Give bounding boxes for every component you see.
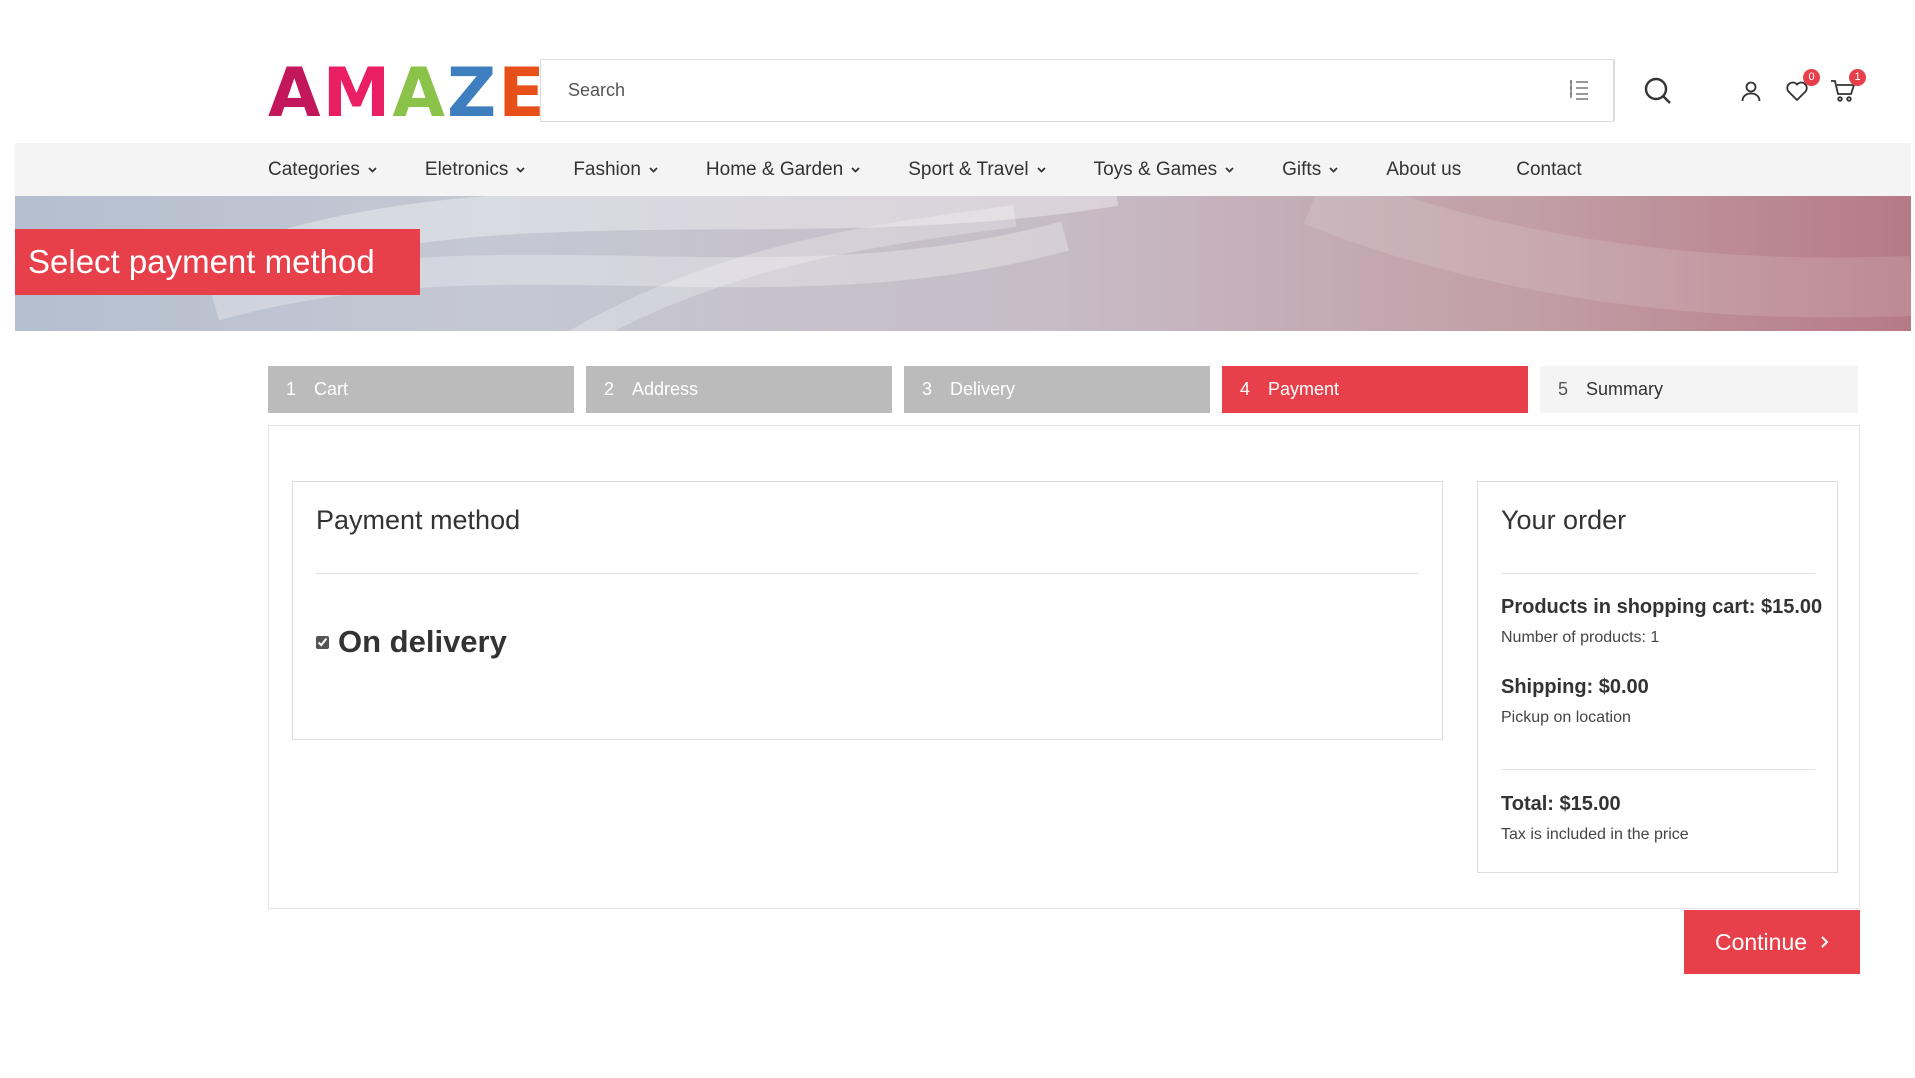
- page-title: Select payment method: [15, 229, 420, 295]
- account-button[interactable]: [1736, 76, 1766, 106]
- logo-letter: M: [322, 54, 393, 133]
- step-label: Cart: [314, 379, 349, 399]
- chevron-down-icon: [1225, 167, 1234, 173]
- step-label: Summary: [1586, 379, 1664, 399]
- logo-letter: A: [268, 54, 323, 133]
- step-summary[interactable]: 5 Summary: [1540, 366, 1858, 413]
- wishlist-button[interactable]: 0: [1782, 69, 1820, 106]
- chevron-down-icon: [516, 167, 525, 173]
- order-divider: [1501, 573, 1815, 574]
- step-number: 3: [922, 379, 933, 399]
- amaze-logo[interactable]: A M A Z E: [268, 58, 547, 128]
- page-banner: Select payment method: [15, 196, 1911, 331]
- step-delivery[interactable]: 3 Delivery: [904, 366, 1210, 413]
- order-total: Total: $15.00: [1501, 793, 1621, 815]
- nav-item-label: Home & Garden: [705, 158, 844, 180]
- continue-label: Continue: [1714, 928, 1808, 955]
- step-address[interactable]: 2 Address: [586, 366, 892, 413]
- payment-option-label: On delivery: [338, 624, 507, 659]
- checkout-content: Payment method On delivery Your order Pr…: [268, 425, 1860, 909]
- step-number: 2: [604, 379, 615, 399]
- search-input[interactable]: [541, 60, 1614, 121]
- logo-letter: Z: [446, 54, 499, 133]
- order-title: Your order: [1501, 505, 1627, 535]
- nav-item-label: About us: [1386, 158, 1462, 180]
- nav-item-label: Categories: [268, 158, 360, 180]
- step-number: 1: [286, 379, 297, 399]
- payment-method-title: Payment method: [316, 505, 521, 535]
- wishlist-count-badge: 0: [1803, 69, 1820, 86]
- payment-option-on-delivery[interactable]: On delivery: [316, 624, 507, 660]
- search-box: [540, 59, 1671, 122]
- step-label: Address: [632, 379, 699, 399]
- nav-item-fashion[interactable]: Fashion: [573, 159, 659, 181]
- nav-item-gifts[interactable]: Gifts: [1282, 159, 1339, 181]
- chevron-down-icon: [368, 167, 377, 173]
- nav-item-electronics[interactable]: Eletronics: [425, 159, 526, 181]
- shipping-method: Pickup on location: [1501, 709, 1631, 726]
- nav-items: Categories Eletronics Fashion Home & Gar…: [268, 143, 1582, 196]
- continue-button[interactable]: Continue: [1684, 910, 1860, 974]
- order-summary-panel: Your order Products in shopping cart: $1…: [1477, 481, 1838, 873]
- payment-divider: [316, 573, 1419, 574]
- shipping-cost: Shipping: $0.00: [1501, 676, 1649, 698]
- main-navigation: Categories Eletronics Fashion Home & Gar…: [15, 143, 1911, 196]
- nav-item-categories[interactable]: Categories: [268, 159, 378, 181]
- nav-item-label: Fashion: [573, 158, 641, 180]
- chevron-down-icon: [1329, 167, 1338, 173]
- nav-item-label: Gifts: [1282, 158, 1322, 180]
- nav-item-sport-travel[interactable]: Sport & Travel: [908, 159, 1046, 181]
- nav-item-toys-games[interactable]: Toys & Games: [1094, 159, 1236, 181]
- nav-item-label: Sport & Travel: [908, 158, 1029, 180]
- nav-item-contact[interactable]: Contact: [1516, 159, 1581, 181]
- cart-count-badge: 1: [1849, 69, 1866, 86]
- list-icon[interactable]: [1568, 78, 1590, 102]
- chevron-down-icon: [649, 167, 658, 173]
- step-payment[interactable]: 4 Payment: [1222, 366, 1528, 413]
- step-label: Delivery: [950, 379, 1016, 399]
- logo-letter: A: [392, 54, 447, 133]
- nav-item-label: Eletronics: [424, 158, 509, 180]
- payment-method-panel: Payment method On delivery: [292, 481, 1443, 740]
- chevron-down-icon: [1036, 167, 1046, 173]
- user-icon: [1741, 81, 1761, 102]
- order-divider: [1501, 769, 1815, 770]
- chevron-down-icon: [851, 167, 860, 173]
- nav-item-label: Contact: [1516, 158, 1582, 180]
- cart-button[interactable]: 1: [1828, 69, 1866, 106]
- step-cart[interactable]: 1 Cart: [268, 366, 574, 413]
- step-number: 5: [1558, 379, 1569, 399]
- search-button[interactable]: [1615, 60, 1701, 121]
- step-label: Payment: [1268, 379, 1340, 399]
- step-number: 4: [1240, 379, 1251, 399]
- chevron-right-icon: [1821, 936, 1829, 948]
- on-delivery-checkbox[interactable]: [316, 635, 329, 649]
- search-icon: [1644, 77, 1671, 104]
- tax-note: Tax is included in the price: [1501, 826, 1689, 843]
- nav-item-home-garden[interactable]: Home & Garden: [706, 159, 861, 181]
- products-subtotal: Products in shopping cart: $15.00: [1501, 596, 1823, 618]
- products-count: Number of products: 1: [1501, 629, 1660, 646]
- nav-item-about-us[interactable]: About us: [1386, 159, 1461, 181]
- nav-item-label: Toys & Games: [1093, 158, 1218, 180]
